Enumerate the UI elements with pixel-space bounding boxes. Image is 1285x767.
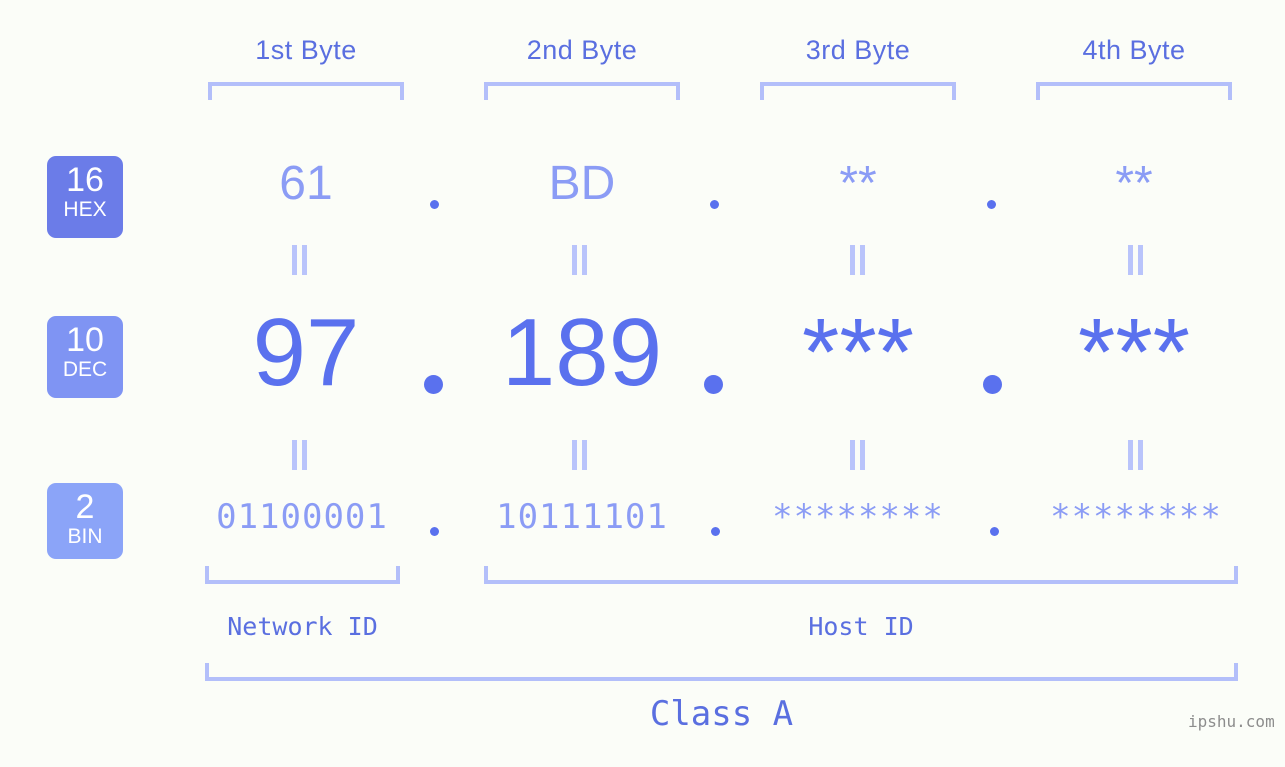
byte-header-2: 2nd Byte xyxy=(526,35,638,65)
dec-value-byte-2: 189 xyxy=(501,299,663,406)
dec-value-byte-1: 97 xyxy=(252,299,360,406)
dec-dot-separator-3 xyxy=(983,375,1002,394)
byte-bracket-top-2 xyxy=(484,82,680,100)
equals-connector-hex-dec-2 xyxy=(572,245,590,275)
bin-value-byte-1: 01100001 xyxy=(216,497,388,537)
equals-connector-hex-dec-1 xyxy=(292,245,310,275)
watermark: ipshu.com xyxy=(1188,712,1275,731)
radix-badge-bin: 2 BIN xyxy=(47,483,123,559)
class-label: Class A xyxy=(649,694,794,734)
bin-value-byte-3: ******** xyxy=(772,497,944,537)
hex-dot-separator-3 xyxy=(987,200,996,209)
class-bracket xyxy=(205,663,1238,681)
dec-value-byte-4: *** xyxy=(1077,299,1191,406)
hex-dot-separator-2 xyxy=(710,200,719,209)
byte-bracket-top-1 xyxy=(208,82,404,100)
equals-connector-hex-dec-3 xyxy=(850,245,868,275)
dec-value-byte-3: *** xyxy=(801,299,915,406)
network-id-label: Network ID xyxy=(227,612,378,641)
hex-value-byte-2: BD xyxy=(548,157,616,210)
byte-header-4: 4th Byte xyxy=(1082,35,1186,65)
network-id-bracket xyxy=(205,566,400,584)
hex-value-byte-4: ** xyxy=(1115,157,1153,210)
radix-badge-bin-base: 2 xyxy=(75,488,95,526)
bin-dot-separator-3 xyxy=(990,527,999,536)
bin-dot-separator-2 xyxy=(711,527,720,536)
byte-bracket-top-4 xyxy=(1036,82,1232,100)
hex-value-byte-1: 61 xyxy=(279,157,333,210)
radix-badge-hex-base: 16 xyxy=(66,161,104,199)
bin-value-byte-2: 10111101 xyxy=(496,497,668,537)
radix-badge-hex-name: HEX xyxy=(63,198,107,221)
bin-value-byte-4: ******** xyxy=(1050,497,1222,537)
equals-connector-dec-bin-1 xyxy=(292,440,310,470)
radix-badge-dec-base: 10 xyxy=(66,321,104,359)
dec-dot-separator-1 xyxy=(424,375,443,394)
equals-connector-dec-bin-4 xyxy=(1128,440,1146,470)
radix-badge-bin-name: BIN xyxy=(67,525,103,548)
byte-bracket-top-3 xyxy=(760,82,956,100)
equals-connector-dec-bin-3 xyxy=(850,440,868,470)
equals-connector-hex-dec-4 xyxy=(1128,245,1146,275)
radix-badge-dec: 10 DEC xyxy=(47,316,123,398)
ip-address-breakdown-diagram: 1st Byte 2nd Byte 3rd Byte 4th Byte 16 H… xyxy=(0,0,1285,767)
hex-value-byte-3: ** xyxy=(839,157,877,210)
byte-header-1: 1st Byte xyxy=(255,35,357,65)
radix-badge-hex: 16 HEX xyxy=(47,156,123,238)
byte-header-3: 3rd Byte xyxy=(805,35,911,65)
hex-dot-separator-1 xyxy=(430,200,439,209)
equals-connector-dec-bin-2 xyxy=(572,440,590,470)
radix-badge-dec-name: DEC xyxy=(62,358,108,381)
host-id-bracket xyxy=(484,566,1238,584)
dec-dot-separator-2 xyxy=(704,375,723,394)
host-id-label: Host ID xyxy=(808,612,914,641)
bin-dot-separator-1 xyxy=(430,527,439,536)
